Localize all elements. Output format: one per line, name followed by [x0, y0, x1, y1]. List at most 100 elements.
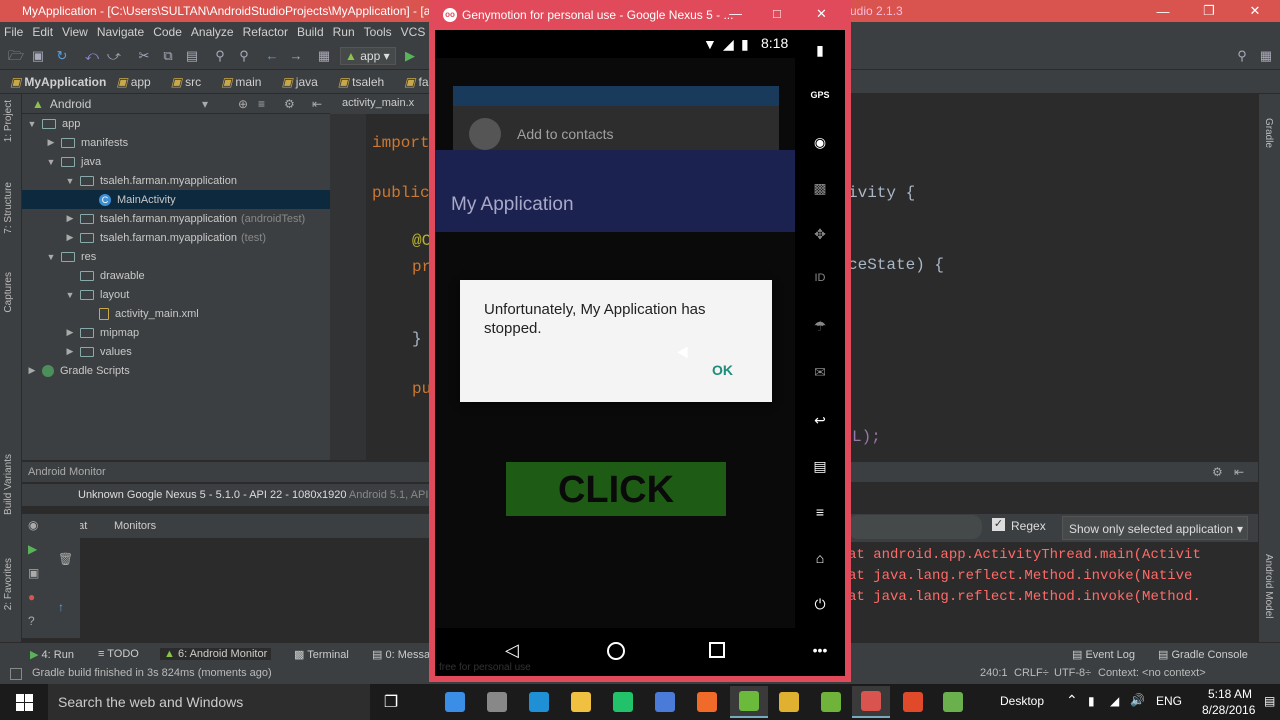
tree-item[interactable]: activity_main.xml	[22, 304, 330, 323]
tab-event-log[interactable]: ▤ Event Log	[1072, 648, 1135, 661]
tree-item[interactable]: ▶ values	[22, 342, 330, 361]
minimize-icon[interactable]: —	[729, 6, 742, 21]
menu-code[interactable]: Code	[153, 25, 182, 39]
rss-tool-icon[interactable]: ☂	[808, 318, 832, 340]
camera-icon[interactable]: ◉	[28, 518, 38, 532]
menu-build[interactable]: Build	[297, 25, 324, 39]
close-icon[interactable]: ✕	[1232, 0, 1278, 22]
battery-tool-icon[interactable]: ▮	[808, 42, 832, 64]
stop-icon[interactable]: ●	[28, 590, 35, 604]
notifications-icon[interactable]: ▤	[1264, 694, 1275, 708]
tab-run[interactable]: ▶ 4: Run	[30, 648, 74, 661]
file-explorer-icon[interactable]	[562, 686, 600, 718]
desktop-toolbar[interactable]: Desktop	[1000, 694, 1044, 708]
undo-icon[interactable]: ⤺	[84, 48, 100, 64]
tab-monitors[interactable]: Monitors	[114, 520, 156, 532]
android-studio-icon[interactable]	[730, 686, 768, 718]
click-here-button[interactable]: CLICK HERE	[506, 462, 726, 567]
expanded-arrow-icon[interactable]: ▼	[26, 119, 38, 129]
filter-select[interactable]: Show only selected application ▾	[1062, 516, 1248, 540]
back-icon[interactable]: ◁	[505, 640, 519, 661]
forward-icon[interactable]: →	[288, 48, 304, 64]
genymotion-icon[interactable]	[852, 686, 890, 718]
cut-icon[interactable]: ✂	[136, 48, 152, 64]
recents-icon[interactable]	[709, 642, 725, 658]
start-button[interactable]	[0, 684, 48, 720]
copy-icon[interactable]: ⧉	[160, 48, 176, 64]
network-icon[interactable]: ◢	[1110, 694, 1119, 708]
notepad-icon[interactable]	[812, 686, 850, 718]
hide-icon[interactable]: ⇤	[1234, 465, 1244, 479]
app-icon[interactable]	[934, 686, 972, 718]
expanded-arrow-icon[interactable]: ▼	[45, 157, 57, 167]
crumb-tsaleh[interactable]: ▣ tsaleh	[338, 75, 394, 89]
open-folder-icon[interactable]: 🗁	[8, 48, 24, 64]
collapsed-arrow-icon[interactable]: ▶	[45, 137, 57, 148]
search-everywhere-icon[interactable]: ⚲	[1234, 48, 1250, 64]
home-icon[interactable]	[607, 642, 625, 660]
taskbar-search[interactable]: Search the web and Windows	[48, 684, 370, 720]
menu-run[interactable]: Run	[333, 25, 355, 39]
help-icon[interactable]: ?	[28, 614, 35, 628]
clock-time[interactable]: 5:18 AM	[1208, 687, 1252, 701]
store-icon[interactable]	[520, 686, 558, 718]
tab-android-monitor[interactable]: ▲ 6: Android Monitor	[160, 648, 272, 660]
crumb-java[interactable]: ▣ java	[281, 75, 327, 89]
chevron-up-icon[interactable]: ⌃	[1066, 692, 1078, 709]
tab-build-variants[interactable]: Build Variants	[3, 454, 14, 515]
menu-edit[interactable]: Edit	[32, 25, 53, 39]
menu-tool-icon[interactable]: ≡	[808, 504, 832, 526]
volume-icon[interactable]: 🔊	[1130, 693, 1145, 707]
play-icon[interactable]: ▶	[28, 542, 37, 556]
tab-messages[interactable]: ▤ 0: Messa	[372, 648, 430, 661]
restore-icon[interactable]: ❐	[1186, 0, 1232, 22]
crumb-src[interactable]: ▣ src	[171, 75, 211, 89]
collapsed-arrow-icon[interactable]: ▶	[64, 232, 76, 243]
minimize-icon[interactable]: —	[1140, 0, 1186, 22]
pycharm-icon[interactable]	[604, 686, 642, 718]
redo-icon[interactable]: ⤻	[106, 48, 122, 64]
tab-todo[interactable]: ≡ TODO	[98, 648, 139, 660]
collapse-icon[interactable]: ≡	[258, 97, 265, 111]
crumb-main[interactable]: ▣ main	[221, 75, 271, 89]
menu-navigate[interactable]: Navigate	[97, 25, 144, 39]
tree-item[interactable]: C MainActivity	[22, 190, 330, 209]
device-screen[interactable]: ▼ ◢ ▮ 8:18 Add to contacts My Applicatio…	[435, 30, 795, 676]
tool-windows-icon[interactable]	[10, 668, 22, 680]
menu-refactor[interactable]: Refactor	[243, 25, 288, 39]
language-indicator[interactable]: ENG	[1156, 694, 1182, 708]
tree-item[interactable]: ▼ app	[22, 114, 330, 133]
scroll-up-icon[interactable]: ↑	[58, 600, 64, 614]
collapsed-arrow-icon[interactable]: ▶	[26, 365, 38, 376]
crumb-app[interactable]: ▣ app	[116, 75, 160, 89]
expanded-arrow-icon[interactable]: ▼	[64, 176, 76, 186]
dpad-tool-icon[interactable]: ✥	[808, 226, 832, 248]
menu-vcs[interactable]: VCS	[401, 25, 426, 39]
tree-item[interactable]: ▶ Gradle Scripts	[22, 361, 330, 380]
menu-view[interactable]: View	[62, 25, 88, 39]
ok-button[interactable]: OK	[712, 362, 733, 378]
hide-icon[interactable]: ⇤	[312, 97, 322, 111]
recents-tool-icon[interactable]: ▤	[808, 458, 832, 480]
sms-tool-icon[interactable]: ✉	[808, 364, 832, 386]
id-tool-icon[interactable]: ID	[808, 272, 832, 294]
tab-android-model[interactable]: Android Model	[1263, 554, 1274, 618]
battery-icon[interactable]: ▮	[1088, 694, 1095, 708]
tab-gradle-console[interactable]: ▤ Gradle Console	[1158, 648, 1248, 661]
save-icon[interactable]: ▣	[30, 48, 46, 64]
file-encoding[interactable]: UTF-8÷	[1054, 667, 1091, 679]
run-config-dropdown[interactable]: ▲ app ▾	[340, 47, 396, 65]
sync-icon[interactable]: ↻	[54, 48, 70, 64]
code-editor-right[interactable]: ivity { ceState) { L);	[848, 94, 1258, 460]
settings-icon[interactable]	[478, 686, 516, 718]
make-icon[interactable]: ▦	[316, 48, 332, 64]
tab-structure[interactable]: 7: Structure	[3, 182, 14, 234]
regex-checkbox[interactable]: ✓	[992, 518, 1005, 531]
add-to-contacts-item[interactable]: Add to contacts	[517, 126, 614, 142]
task-view-icon[interactable]: ❐	[372, 686, 410, 718]
caret-position[interactable]: 240:1	[980, 667, 1008, 679]
more-tool-icon[interactable]: •••	[808, 642, 832, 664]
gear-icon[interactable]: ⚙	[1212, 465, 1223, 479]
intellij-icon[interactable]	[646, 686, 684, 718]
replace-icon[interactable]: ⚲	[236, 48, 252, 64]
